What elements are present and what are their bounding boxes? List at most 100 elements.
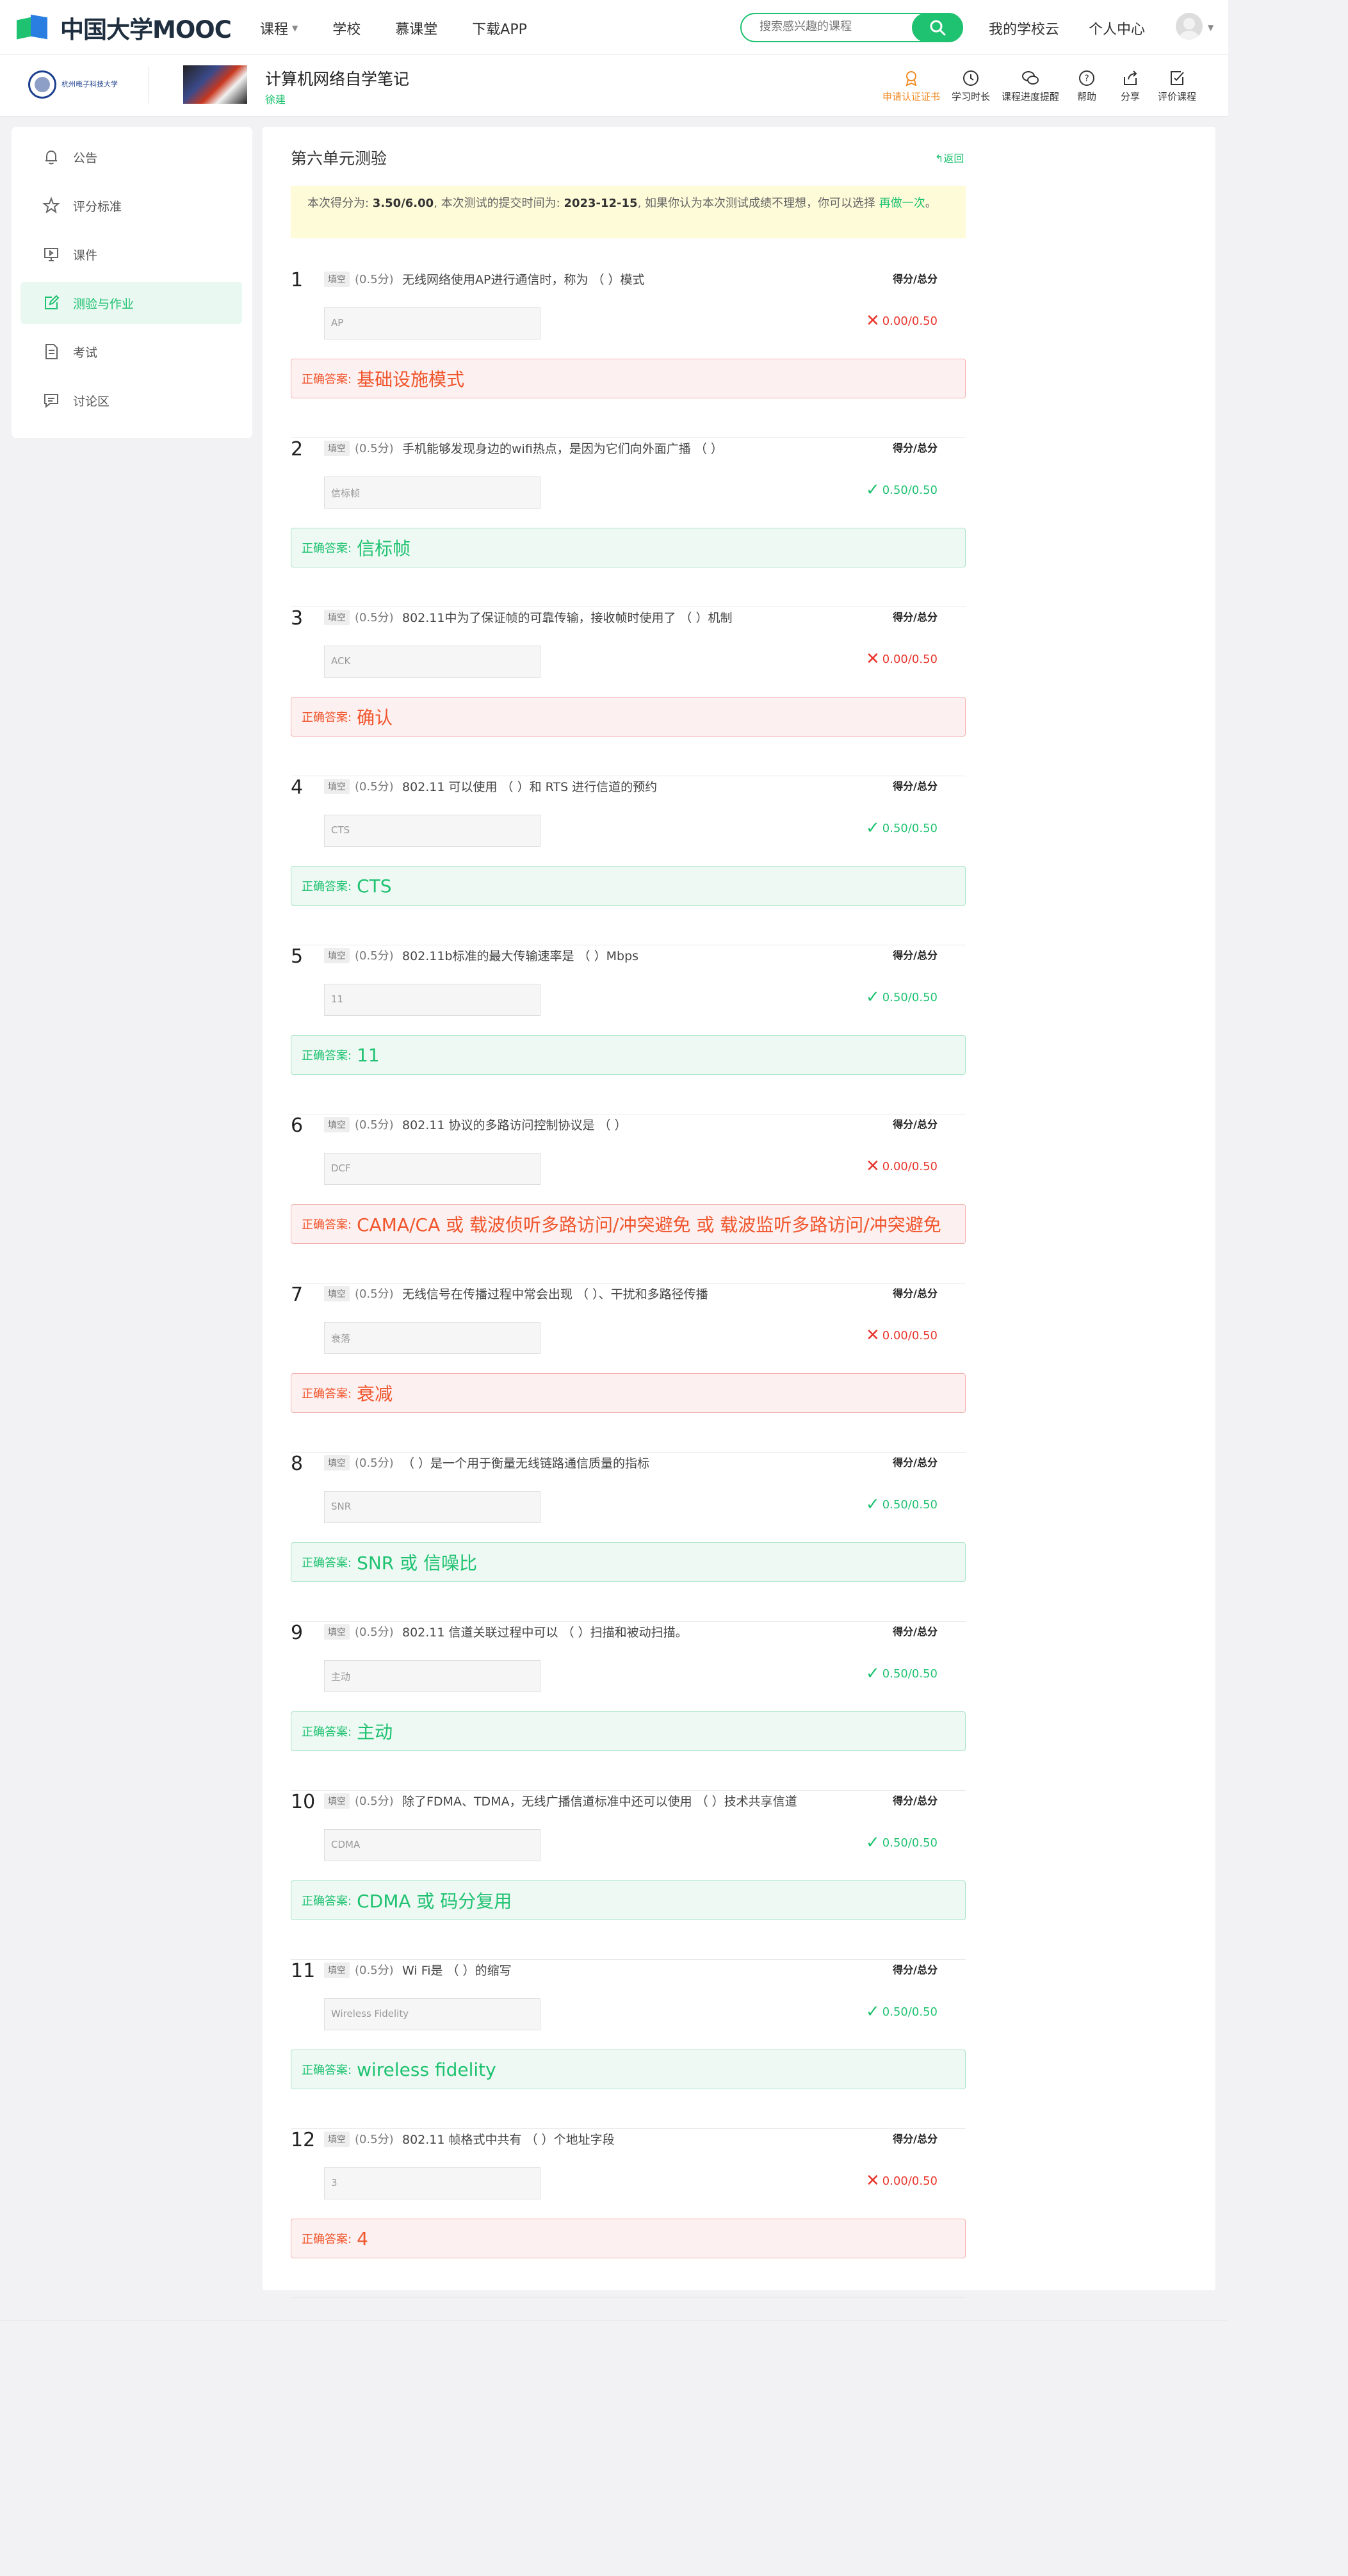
banner-prefix: 本次得分为: [307, 197, 373, 210]
progress-reminder-label: 课程进度提醒 [1002, 91, 1060, 102]
question-item: 10 填空 (0.5分) 除了FDMA、TDMA，无线广播信道标准中还可以使用 … [291, 1791, 966, 1960]
question-score: 0.50/0.50 [882, 483, 938, 497]
search-icon [930, 20, 946, 36]
nav-courses[interactable]: 课程 ▼ [260, 18, 298, 38]
question-type-tag: 填空 [324, 610, 350, 625]
discussion-icon [44, 394, 58, 409]
question-points: (0.5分) [355, 1287, 394, 1301]
course-sidebar: 公告 评分标准 课件 测验与作业 考试 讨论区 [12, 127, 252, 438]
mooc-logo[interactable]: 中国大学MOOC [17, 13, 232, 44]
score-header: 得分/总分 [893, 1626, 938, 1638]
correct-answer-value: 衰减 [357, 1383, 393, 1405]
question-score: 0.50/0.50 [882, 821, 938, 835]
question-result: ✕ 0.00/0.50 [866, 2171, 938, 2190]
question-number: 2 [291, 438, 304, 461]
chevron-down-icon[interactable]: ▼ [1208, 23, 1214, 32]
sidebar-item-quizzes[interactable]: 测验与作业 [20, 282, 242, 324]
correct-answer-value: 基础设施模式 [357, 369, 465, 390]
correct-answer-label: 正确答案: [302, 1387, 352, 1401]
question-item: 4 填空 (0.5分) 802.11 可以使用 （ ）和 RTS 进行信道的预约… [291, 776, 966, 945]
answer-field: 主动 [324, 1660, 540, 1692]
course-teacher-link[interactable]: 徐建 [265, 91, 286, 106]
courseware-icon [44, 248, 58, 261]
correct-answer-label: 正确答案: [302, 1218, 352, 1232]
chevron-down-icon: ▼ [292, 24, 298, 33]
question-item: 6 填空 (0.5分) 802.11 协议的多路访问控制协议是 （ ） 得分/总… [291, 1114, 966, 1284]
share-button[interactable]: 分享 [1114, 69, 1146, 103]
question-result: ✕ 0.00/0.50 [866, 1157, 938, 1176]
correct-answer-label: 正确答案: [302, 880, 352, 893]
apply-certificate-button[interactable]: 申请认证证书 [882, 69, 940, 103]
review-course-button[interactable]: 评价课程 [1158, 69, 1196, 103]
score-header: 得分/总分 [893, 780, 938, 792]
school-seal-icon [28, 70, 56, 99]
study-time-button[interactable]: 学习时长 [952, 69, 990, 103]
score-header: 得分/总分 [893, 949, 938, 961]
main-nav: 课程 ▼ 学校 慕课堂 下载APP [260, 18, 562, 38]
search-button[interactable] [912, 13, 963, 42]
progress-reminder-button[interactable]: 课程进度提醒 [1002, 69, 1059, 103]
my-school-cloud-link[interactable]: 我的学校云 [989, 18, 1059, 38]
sidebar-item-grading[interactable]: 评分标准 [20, 184, 242, 227]
question-result: ✓ 0.50/0.50 [866, 2002, 938, 2021]
nav-mooc-classroom[interactable]: 慕课堂 [395, 18, 437, 38]
question-score: 0.50/0.50 [882, 1667, 938, 1681]
correct-answer-label: 正确答案: [302, 711, 352, 724]
question-type-tag: 填空 [324, 1793, 350, 1809]
total-score: 3.50/6.00 [372, 197, 434, 210]
score-header: 得分/总分 [893, 1287, 938, 1300]
nav-download-app[interactable]: 下载APP [472, 18, 527, 38]
correct-answer-value: SNR 或 信噪比 [357, 1553, 478, 1574]
nav-download-app-label: 下载APP [472, 22, 527, 38]
score-header: 得分/总分 [893, 611, 938, 623]
sidebar-item-discussion[interactable]: 讨论区 [20, 379, 242, 421]
correct-answer-label: 正确答案: [302, 542, 352, 555]
cross-icon: ✕ [865, 1157, 880, 1176]
correct-answer-label: 正确答案: [302, 1725, 352, 1739]
help-button[interactable]: ? 帮助 [1071, 69, 1103, 103]
question-number: 5 [291, 945, 304, 968]
school-logo[interactable]: 杭州电子科技大学 [28, 67, 122, 102]
answer-field: 信标帧 [324, 477, 540, 509]
sidebar-item-announcements[interactable]: 公告 [20, 136, 242, 178]
question-type-tag: 填空 [324, 948, 350, 963]
question-result: ✕ 0.00/0.50 [866, 649, 938, 669]
personal-center-link[interactable]: 个人中心 [1089, 18, 1145, 38]
question-text: 802.11中为了保证帧的可靠传输，接收帧时使用了 （ ）机制 [402, 611, 733, 625]
correct-answer-value: 11 [357, 1044, 380, 1066]
sidebar-item-courseware[interactable]: 课件 [20, 233, 242, 275]
question-result: ✓ 0.50/0.50 [866, 819, 938, 838]
question-points: (0.5分) [355, 1964, 394, 1977]
question-type-tag: 填空 [324, 1286, 350, 1301]
answer-field: 3 [324, 2167, 540, 2199]
correct-answer-box: 正确答案: 衰减 [291, 1373, 966, 1413]
question-number: 4 [291, 776, 304, 799]
answer-field: AP [324, 307, 540, 339]
star-icon [42, 197, 60, 214]
sidebar-item-exam[interactable]: 考试 [20, 330, 242, 373]
correct-answer-box: 正确答案: 信标帧 [291, 528, 966, 567]
question-points: (0.5分) [355, 1626, 394, 1639]
nav-schools[interactable]: 学校 [332, 18, 361, 38]
correct-answer-label: 正确答案: [302, 373, 352, 386]
help-icon: ? [1079, 70, 1095, 86]
correct-answer-box: 正确答案: 基础设施模式 [291, 359, 966, 398]
back-link[interactable]: ↰返回 [935, 150, 964, 165]
avatar[interactable] [1176, 13, 1203, 40]
school-name: 杭州电子科技大学 [61, 79, 118, 88]
correct-answer-value: 4 [357, 2228, 368, 2249]
score-header: 得分/总分 [893, 1964, 938, 1976]
answer-field: Wireless Fidelity [324, 1998, 540, 2030]
exam-icon [45, 344, 58, 359]
correct-answer-value: 确认 [357, 707, 393, 728]
banner-mid: , 本次测试的提交时间为: [434, 197, 564, 210]
retry-link[interactable]: 再做一次 [879, 197, 925, 210]
course-thumbnail[interactable] [183, 65, 247, 104]
question-score: 0.00/0.50 [882, 2174, 938, 2188]
course-tools: 申请认证证书 学习时长 课程进度提醒 ? 帮助 分享 评价课程 [882, 69, 1208, 103]
correct-answer-box: 正确答案: CDMA 或 码分复用 [291, 1880, 966, 1920]
submit-date: 2023-12-15 [564, 197, 638, 210]
question-item: 1 填空 (0.5分) 无线网络使用AP进行通信时，称为 （ ）模式 得分/总分… [291, 269, 966, 438]
study-time-label: 学习时长 [952, 91, 991, 102]
search-input[interactable] [759, 20, 907, 33]
